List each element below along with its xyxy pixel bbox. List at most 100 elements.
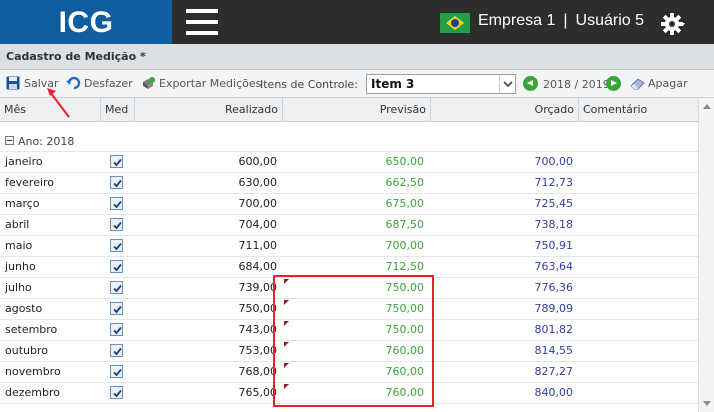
checkmark-icon xyxy=(113,242,122,251)
cell-orcado[interactable]: 750,91 xyxy=(535,236,574,256)
app-logo[interactable]: ICG xyxy=(0,0,172,44)
cell-realizado[interactable]: 700,00 xyxy=(239,194,278,214)
cell-orcado[interactable]: 789,09 xyxy=(535,299,574,319)
cell-mes[interactable]: novembro xyxy=(5,362,61,382)
cell-previsao[interactable]: 760,00 xyxy=(386,341,425,361)
med-checkbox[interactable] xyxy=(110,176,123,189)
table-row[interactable]: agosto 750,00 750,00 789,09 xyxy=(0,299,698,320)
med-checkbox[interactable] xyxy=(110,260,123,273)
gear-icon[interactable] xyxy=(660,11,686,37)
cell-mes[interactable]: abril xyxy=(5,215,29,235)
cell-orcado[interactable]: 700,00 xyxy=(535,152,574,172)
cell-realizado[interactable]: 684,00 xyxy=(239,257,278,277)
cell-mes[interactable]: agosto xyxy=(5,299,42,319)
export-icon xyxy=(143,77,155,89)
column-header-orcado[interactable]: Orçado xyxy=(431,98,579,122)
med-checkbox[interactable] xyxy=(110,218,123,231)
column-header-mes[interactable]: Mês xyxy=(0,98,101,122)
arrow-left-circle-icon[interactable] xyxy=(523,76,538,91)
cell-orcado[interactable]: 725,45 xyxy=(535,194,574,214)
med-checkbox[interactable] xyxy=(110,365,123,378)
cell-orcado[interactable]: 738,18 xyxy=(535,215,574,235)
cell-previsao[interactable]: 675,00 xyxy=(386,194,425,214)
cell-orcado[interactable]: 712,73 xyxy=(535,173,574,193)
cell-realizado[interactable]: 768,00 xyxy=(239,362,278,382)
table-row[interactable]: abril 704,00 687,50 738,18 xyxy=(0,215,698,236)
cell-realizado[interactable]: 739,00 xyxy=(239,278,278,298)
table-row[interactable]: setembro 743,00 750,00 801,82 xyxy=(0,320,698,341)
column-header-previsao[interactable]: Previsão xyxy=(283,98,431,122)
med-checkbox[interactable] xyxy=(110,302,123,315)
vertical-scrollbar[interactable] xyxy=(698,98,714,412)
med-checkbox[interactable] xyxy=(110,239,123,252)
chevron-down-icon[interactable] xyxy=(499,75,515,93)
table-row[interactable]: março 700,00 675,00 725,45 xyxy=(0,194,698,215)
table-row[interactable]: junho 684,00 712,50 763,64 xyxy=(0,257,698,278)
cell-orcado[interactable]: 763,64 xyxy=(535,257,574,277)
cell-mes[interactable]: dezembro xyxy=(5,383,60,403)
table-row[interactable]: dezembro 765,00 760,00 840,00 xyxy=(0,383,698,404)
cell-realizado[interactable]: 630,00 xyxy=(239,173,278,193)
scroll-down-icon[interactable] xyxy=(703,401,711,406)
brazil-flag-icon[interactable] xyxy=(440,13,470,33)
cell-previsao[interactable]: 750,00 xyxy=(386,299,425,319)
table-row[interactable]: maio 711,00 700,00 750,91 xyxy=(0,236,698,257)
cell-realizado[interactable]: 704,00 xyxy=(239,215,278,235)
cell-previsao[interactable]: 687,50 xyxy=(386,215,425,235)
collapse-toggle-icon[interactable] xyxy=(5,136,14,145)
med-checkbox[interactable] xyxy=(110,323,123,336)
cell-realizado[interactable]: 765,00 xyxy=(239,383,278,403)
cell-realizado[interactable]: 743,00 xyxy=(239,320,278,340)
cell-mes[interactable]: janeiro xyxy=(5,152,43,172)
med-checkbox[interactable] xyxy=(110,155,123,168)
table-row[interactable]: julho 739,00 750,00 776,36 xyxy=(0,278,698,299)
menu-icon[interactable] xyxy=(186,9,218,35)
undo-icon xyxy=(66,76,81,90)
cell-previsao[interactable]: 662,50 xyxy=(386,173,425,193)
cell-mes[interactable]: maio xyxy=(5,236,32,256)
table-row[interactable]: fevereiro 630,00 662,50 712,73 xyxy=(0,173,698,194)
cell-previsao[interactable]: 712,50 xyxy=(386,257,425,277)
cell-realizado[interactable]: 600,00 xyxy=(239,152,278,172)
cell-mes[interactable]: junho xyxy=(5,257,36,277)
user-info[interactable]: Empresa 1 | Usuário 5 xyxy=(478,12,644,30)
table-row[interactable]: outubro 753,00 760,00 814,55 xyxy=(0,341,698,362)
cell-mes[interactable]: março xyxy=(5,194,40,214)
page-title: Cadastro de Medição * xyxy=(6,50,146,63)
column-header-med[interactable]: Med xyxy=(101,98,135,122)
cell-previsao[interactable]: 760,00 xyxy=(386,362,425,382)
cell-orcado[interactable]: 827,27 xyxy=(535,362,574,382)
cell-previsao[interactable]: 750,00 xyxy=(386,278,425,298)
cell-orcado[interactable]: 776,36 xyxy=(535,278,574,298)
arrow-right-circle-icon[interactable] xyxy=(606,76,621,91)
scroll-up-icon[interactable] xyxy=(703,104,711,109)
cell-realizado[interactable]: 750,00 xyxy=(239,299,278,319)
med-checkbox[interactable] xyxy=(110,386,123,399)
cell-orcado[interactable]: 814,55 xyxy=(535,341,574,361)
cell-previsao[interactable]: 750,00 xyxy=(386,320,425,340)
med-checkbox[interactable] xyxy=(110,344,123,357)
cell-mes[interactable]: fevereiro xyxy=(5,173,54,193)
cell-orcado[interactable]: 840,00 xyxy=(535,383,574,403)
checkmark-icon xyxy=(113,368,122,377)
toolbar: Salvar Desfazer Exportar Medições Itens … xyxy=(0,70,714,98)
cell-mes[interactable]: julho xyxy=(5,278,32,298)
med-checkbox[interactable] xyxy=(110,197,123,210)
cell-realizado[interactable]: 711,00 xyxy=(239,236,278,256)
cell-realizado[interactable]: 753,00 xyxy=(239,341,278,361)
cell-orcado[interactable]: 801,82 xyxy=(535,320,574,340)
cell-mes[interactable]: setembro xyxy=(5,320,57,340)
comment-flag-icon xyxy=(284,321,289,326)
cell-previsao[interactable]: 650,00 xyxy=(386,152,425,172)
control-item-select[interactable]: Item 3 xyxy=(366,74,516,94)
column-header-comentario[interactable]: Comentário xyxy=(579,98,698,122)
table-row[interactable]: novembro 768,00 760,00 827,27 xyxy=(0,362,698,383)
comment-flag-icon xyxy=(284,300,289,305)
column-header-realizado[interactable]: Realizado xyxy=(135,98,283,122)
checkmark-icon xyxy=(113,389,122,398)
med-checkbox[interactable] xyxy=(110,281,123,294)
cell-previsao[interactable]: 760,00 xyxy=(386,383,425,403)
cell-previsao[interactable]: 700,00 xyxy=(386,236,425,256)
table-row[interactable]: janeiro 600,00 650,00 700,00 xyxy=(0,152,698,173)
cell-mes[interactable]: outubro xyxy=(5,341,48,361)
